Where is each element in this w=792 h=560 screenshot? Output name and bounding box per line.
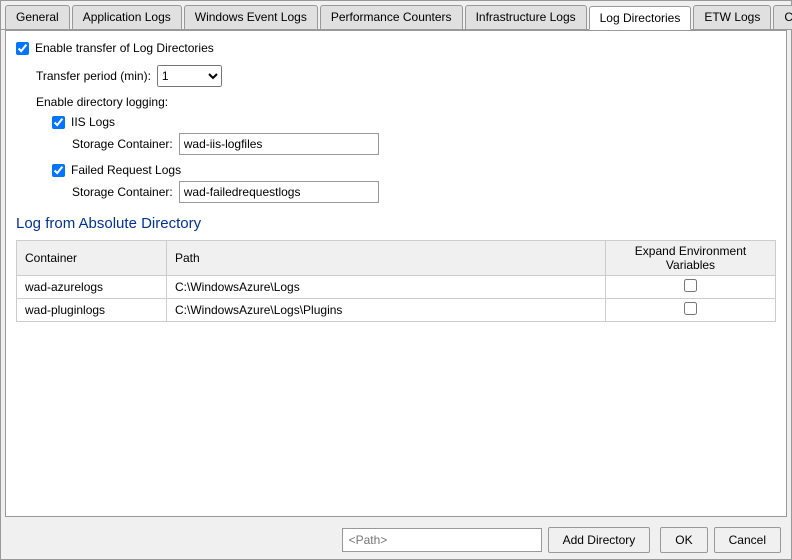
cell-path: C:\WindowsAzure\Logs\Plugins — [167, 299, 606, 322]
abs-dir-heading: Log from Absolute Directory — [16, 215, 776, 232]
bottom-bar: Add Directory OK Cancel — [1, 521, 791, 559]
iis-storage-label: Storage Container: — [72, 137, 173, 151]
transfer-period-select[interactable]: 1 5 10 30 — [157, 65, 222, 87]
iis-logs-label: IIS Logs — [71, 115, 115, 129]
transfer-period-label: Transfer period (min): — [36, 69, 151, 83]
iis-logs-section: IIS Logs Storage Container: — [52, 115, 776, 155]
col-header-container: Container — [17, 241, 167, 276]
failed-request-label: Failed Request Logs — [71, 163, 181, 177]
iis-logs-header: IIS Logs — [52, 115, 776, 129]
directory-table: Container Path Expand Environment Variab… — [16, 240, 776, 322]
transfer-period-row: Transfer period (min): 1 5 10 30 — [36, 65, 776, 87]
cell-expand — [606, 276, 776, 299]
path-input[interactable] — [342, 528, 542, 552]
cell-container: wad-pluginlogs — [17, 299, 167, 322]
iis-logs-checkbox[interactable] — [52, 116, 65, 129]
tab-crash-dumps[interactable]: Crash Dumps — [773, 5, 792, 29]
tab-bar: General Application Logs Windows Event L… — [1, 1, 791, 30]
add-directory-button[interactable]: Add Directory — [548, 527, 651, 553]
expand-checkbox[interactable] — [684, 302, 697, 315]
tab-infrastructure-logs[interactable]: Infrastructure Logs — [465, 5, 587, 29]
content-panel: Enable transfer of Log Directories Trans… — [5, 30, 787, 517]
iis-storage-input[interactable] — [179, 133, 379, 155]
table-row: wad-pluginlogs C:\WindowsAzure\Logs\Plug… — [17, 299, 776, 322]
failed-storage-label: Storage Container: — [72, 185, 173, 199]
tab-general[interactable]: General — [5, 5, 70, 29]
failed-storage-row: Storage Container: — [72, 181, 776, 203]
cell-path: C:\WindowsAzure\Logs — [167, 276, 606, 299]
failed-request-header: Failed Request Logs — [52, 163, 776, 177]
main-window: General Application Logs Windows Event L… — [0, 0, 792, 560]
tab-etw-logs[interactable]: ETW Logs — [693, 5, 771, 29]
dir-logging-label: Enable directory logging: — [36, 95, 776, 109]
failed-request-section: Failed Request Logs Storage Container: — [52, 163, 776, 203]
enable-transfer-label: Enable transfer of Log Directories — [35, 41, 214, 55]
enable-transfer-row: Enable transfer of Log Directories — [16, 41, 776, 55]
cell-container: wad-azurelogs — [17, 276, 167, 299]
cancel-button[interactable]: Cancel — [714, 527, 781, 553]
table-row: wad-azurelogs C:\WindowsAzure\Logs — [17, 276, 776, 299]
col-header-expand: Expand Environment Variables — [606, 241, 776, 276]
tab-application-logs[interactable]: Application Logs — [72, 5, 182, 29]
enable-transfer-checkbox[interactable] — [16, 42, 29, 55]
ok-button[interactable]: OK — [660, 527, 707, 553]
expand-checkbox[interactable] — [684, 279, 697, 292]
failed-request-checkbox[interactable] — [52, 164, 65, 177]
failed-storage-input[interactable] — [179, 181, 379, 203]
iis-storage-row: Storage Container: — [72, 133, 776, 155]
tab-log-directories[interactable]: Log Directories — [589, 6, 692, 30]
tab-performance-counters[interactable]: Performance Counters — [320, 5, 463, 29]
col-header-path: Path — [167, 241, 606, 276]
cell-expand — [606, 299, 776, 322]
tab-windows-event-logs[interactable]: Windows Event Logs — [184, 5, 318, 29]
